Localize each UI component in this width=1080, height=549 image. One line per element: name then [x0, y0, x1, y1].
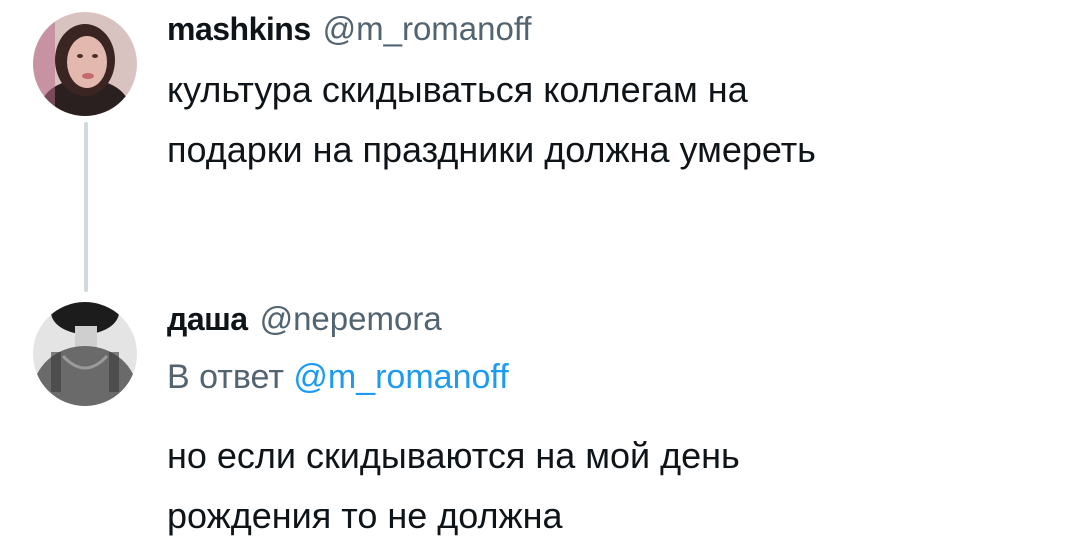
reply-mention-link[interactable]: @m_romanoff	[293, 358, 508, 396]
tweet-text: но если скидываются на мой день рождения…	[167, 426, 740, 546]
author-handle[interactable]: @m_romanoff	[323, 10, 532, 48]
tweet-text-line: но если скидываются на мой день	[167, 435, 740, 476]
avatar-photo-icon	[33, 12, 137, 116]
reply-context: В ответ @m_romanoff	[167, 358, 509, 397]
avatar-photo-icon	[33, 302, 137, 406]
thread-connector-line	[84, 122, 88, 292]
avatar[interactable]	[33, 302, 137, 406]
tweet-text-line: рождения то не должна	[167, 495, 563, 536]
reply-prefix: В ответ	[167, 358, 284, 396]
author-name[interactable]: mashkins	[167, 11, 311, 48]
tweet-text: культура скидываться коллегам на подарки…	[167, 60, 816, 180]
avatar[interactable]	[33, 12, 137, 116]
tweet-text-line: культура скидываться коллегам на	[167, 69, 748, 110]
author-handle[interactable]: @nepemora	[260, 300, 442, 338]
tweet-text-line: подарки на праздники должна умереть	[167, 129, 816, 170]
tweet-header: mashkins @m_romanoff	[167, 10, 532, 48]
author-name[interactable]: даша	[167, 301, 248, 338]
tweet-header: даша @nepemora	[167, 300, 442, 338]
